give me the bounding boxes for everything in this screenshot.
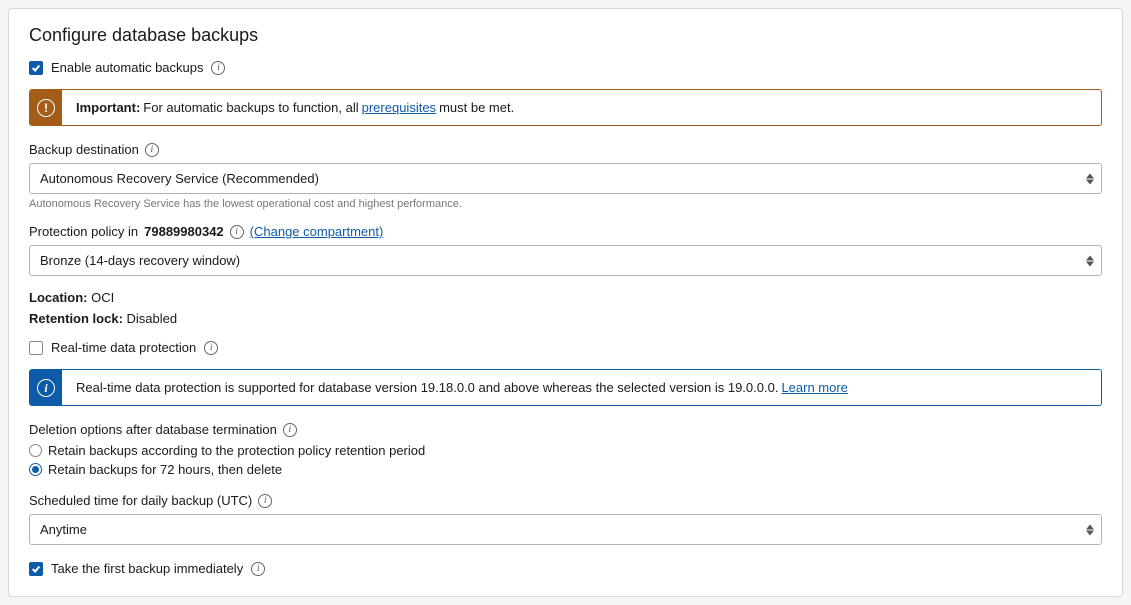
info-icon[interactable] — [258, 494, 272, 508]
first-backup-row: Take the first backup immediately — [29, 561, 1102, 576]
enable-automatic-label: Enable automatic backups — [51, 60, 203, 75]
field-label-row: Protection policy in 79889980342 (Change… — [29, 224, 1102, 239]
backup-destination-label: Backup destination — [29, 142, 139, 157]
alert-body: Important: For automatic backups to func… — [62, 90, 528, 125]
page-title: Configure database backups — [29, 25, 1102, 46]
protection-policy-select[interactable]: Bronze (14-days recovery window) — [29, 245, 1102, 276]
location-value: OCI — [91, 290, 114, 305]
alert-warning-icon: ! — [37, 99, 55, 117]
configure-backups-panel: Configure database backups Enable automa… — [8, 8, 1123, 597]
protection-policy-compartment: 79889980342 — [144, 224, 224, 239]
realtime-alert: i Real-time data protection is supported… — [29, 369, 1102, 406]
backup-destination-field: Backup destination Autonomous Recovery S… — [29, 142, 1102, 210]
info-icon[interactable] — [230, 225, 244, 239]
backup-destination-select[interactable]: Autonomous Recovery Service (Recommended… — [29, 163, 1102, 194]
deletion-radio-group: Retain backups according to the protecti… — [29, 443, 1102, 477]
scheduled-time-label: Scheduled time for daily backup (UTC) — [29, 493, 252, 508]
scheduled-time-field: Scheduled time for daily backup (UTC) An… — [29, 493, 1102, 545]
deletion-option-1-row: Retain backups according to the protecti… — [29, 443, 1102, 458]
location-label: Location: — [29, 290, 88, 305]
deletion-option-2-label: Retain backups for 72 hours, then delete — [48, 462, 282, 477]
alert-icon-box: i — [30, 370, 62, 405]
realtime-protection-row: Real-time data protection — [29, 340, 1102, 355]
location-row: Location: OCI — [29, 290, 1102, 305]
realtime-protection-checkbox[interactable] — [29, 341, 43, 355]
deletion-options-label: Deletion options after database terminat… — [29, 422, 277, 437]
retention-lock-row: Retention lock: Disabled — [29, 311, 1102, 326]
realtime-alert-text: Real-time data protection is supported f… — [76, 380, 778, 395]
learn-more-link[interactable]: Learn more — [781, 380, 847, 395]
scheduled-time-select[interactable]: Anytime — [29, 514, 1102, 545]
select-wrapper: Anytime — [29, 514, 1102, 545]
retention-lock-label: Retention lock: — [29, 311, 123, 326]
field-label-row: Scheduled time for daily backup (UTC) — [29, 493, 1102, 508]
retention-lock-value: Disabled — [127, 311, 178, 326]
select-wrapper: Autonomous Recovery Service (Recommended… — [29, 163, 1102, 194]
info-icon[interactable] — [204, 341, 218, 355]
enable-automatic-row: Enable automatic backups — [29, 60, 1102, 75]
protection-policy-label-prefix: Protection policy in — [29, 224, 138, 239]
info-icon[interactable] — [283, 423, 297, 437]
alert-info-icon: i — [37, 379, 55, 397]
field-label-row: Backup destination — [29, 142, 1102, 157]
alert-text-1: For automatic backups to function, all — [143, 100, 358, 115]
backup-destination-helper: Autonomous Recovery Service has the lowe… — [29, 198, 1102, 210]
deletion-option-1-radio[interactable] — [29, 444, 42, 457]
info-icon[interactable] — [211, 61, 225, 75]
alert-icon-box: ! — [30, 90, 62, 125]
enable-automatic-checkbox[interactable] — [29, 61, 43, 75]
alert-body: Real-time data protection is supported f… — [62, 370, 862, 405]
alert-strong: Important: — [76, 100, 140, 115]
field-label-row: Deletion options after database terminat… — [29, 422, 1102, 437]
info-icon[interactable] — [145, 143, 159, 157]
static-info-block: Location: OCI Retention lock: Disabled — [29, 290, 1102, 326]
change-compartment-link[interactable]: (Change compartment) — [250, 224, 384, 239]
important-alert: ! Important: For automatic backups to fu… — [29, 89, 1102, 126]
deletion-option-2-radio[interactable] — [29, 463, 42, 476]
alert-text-2: must be met. — [439, 100, 514, 115]
select-wrapper: Bronze (14-days recovery window) — [29, 245, 1102, 276]
deletion-options-section: Deletion options after database terminat… — [29, 422, 1102, 477]
prerequisites-link[interactable]: prerequisites — [362, 100, 436, 115]
deletion-option-2-row: Retain backups for 72 hours, then delete — [29, 462, 1102, 477]
realtime-protection-label: Real-time data protection — [51, 340, 196, 355]
deletion-option-1-label: Retain backups according to the protecti… — [48, 443, 425, 458]
first-backup-label: Take the first backup immediately — [51, 561, 243, 576]
protection-policy-field: Protection policy in 79889980342 (Change… — [29, 224, 1102, 276]
